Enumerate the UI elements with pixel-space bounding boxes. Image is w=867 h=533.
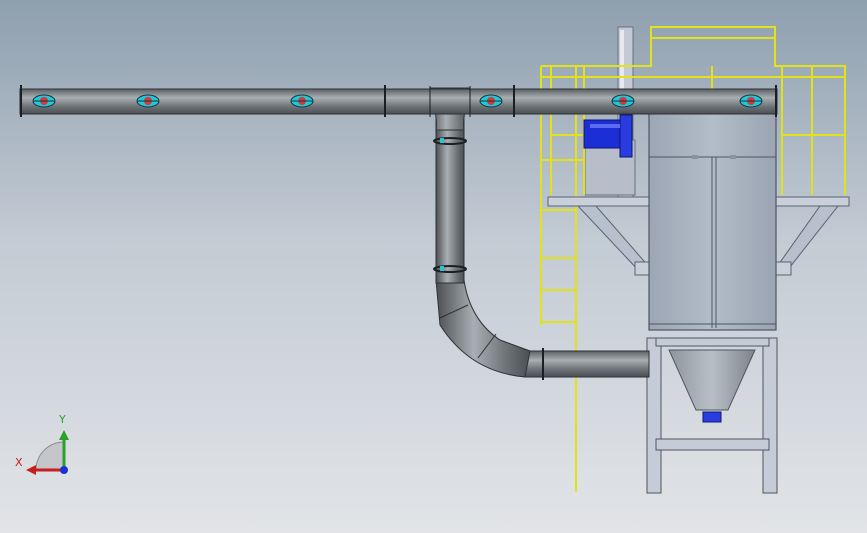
inspection-port xyxy=(290,94,314,108)
graphics-viewport[interactable]: Y X xyxy=(0,0,867,533)
inspection-port xyxy=(611,94,635,108)
inspection-port xyxy=(136,94,160,108)
x-axis-label: X xyxy=(15,456,23,469)
vertical-drop[interactable] xyxy=(433,114,467,284)
inspection-port xyxy=(479,94,503,108)
y-axis-label: Y xyxy=(59,413,66,426)
cad-model[interactable] xyxy=(0,0,867,533)
hopper[interactable] xyxy=(668,349,756,423)
coordinate-triad xyxy=(26,430,69,475)
inspection-port xyxy=(32,94,56,108)
main-duct[interactable] xyxy=(19,85,778,117)
ladder[interactable] xyxy=(540,66,577,492)
inspection-port xyxy=(739,94,763,108)
z-axis-dot xyxy=(60,466,68,474)
inlet-duct[interactable] xyxy=(524,348,650,380)
elbow[interactable] xyxy=(435,279,531,378)
dust-collector[interactable] xyxy=(648,111,777,331)
